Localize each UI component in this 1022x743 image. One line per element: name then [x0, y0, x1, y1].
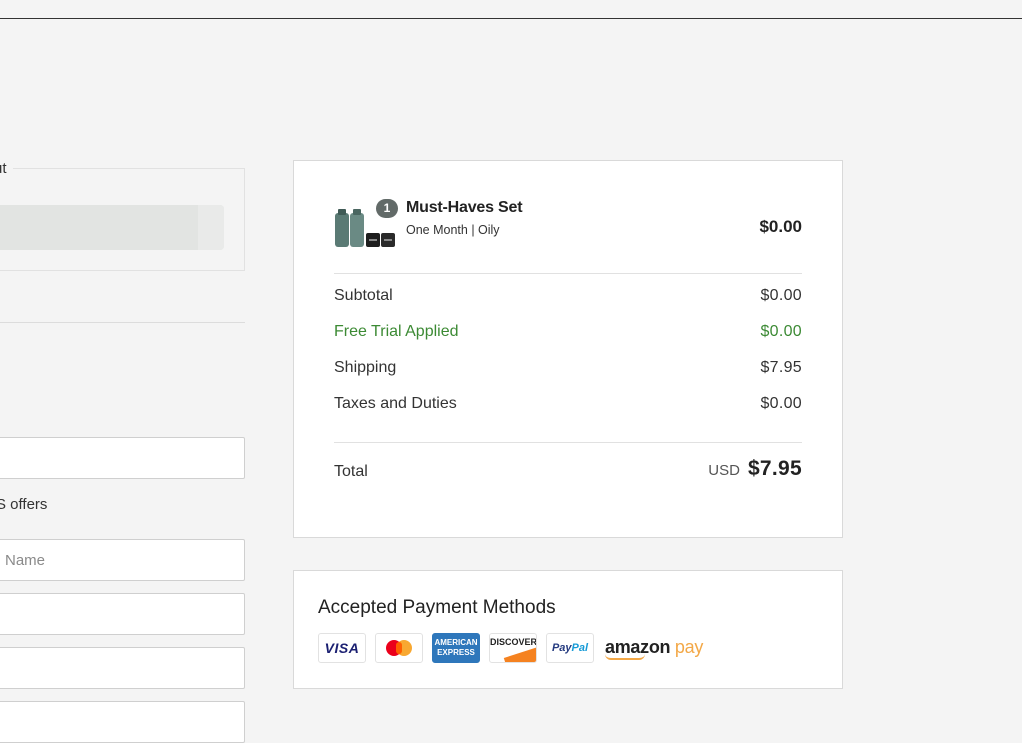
shipping-row: Shipping $7.95: [334, 359, 802, 381]
shipping-value: $7.95: [760, 359, 802, 376]
paypal-icon: PayPal: [546, 633, 594, 663]
total-currency: USD: [708, 462, 740, 479]
payment-methods-title: Accepted Payment Methods: [318, 597, 556, 618]
city-field[interactable]: [0, 701, 245, 743]
visa-icon: VISA: [318, 633, 366, 663]
quantity-badge: 1: [376, 199, 398, 218]
total-divider: [334, 442, 802, 443]
order-summary-card: 1 Must-Haves Set One Month | Oily $0.00 …: [293, 160, 843, 538]
subtotal-value: $0.00: [760, 287, 802, 304]
subtotal-label: Subtotal: [334, 287, 393, 304]
subtotal-row: Subtotal $0.00: [334, 287, 802, 309]
cart-line-item: 1 Must-Haves Set One Month | Oily $0.00: [334, 197, 802, 257]
free-trial-value: $0.00: [760, 323, 802, 340]
amazon-pay-text: pay: [674, 636, 704, 657]
total-label: Total: [334, 463, 368, 480]
express-checkout-legend: ut: [0, 160, 13, 177]
shipping-label: Shipping: [334, 359, 397, 376]
name-field[interactable]: [0, 539, 245, 581]
visa-text: VISA: [324, 640, 360, 656]
discover-text: DISCOVER: [490, 637, 537, 647]
free-trial-row: Free Trial Applied $0.00: [334, 323, 802, 345]
taxes-row: Taxes and Duties $0.00: [334, 395, 802, 417]
address-field[interactable]: [0, 593, 245, 635]
apartment-field[interactable]: [0, 647, 245, 689]
paypal-pal-text: Pal: [571, 642, 589, 654]
product-name: Must-Haves Set: [406, 199, 523, 216]
product-variant: One Month | Oily: [406, 223, 500, 237]
checkout-form-column: ut S offers: [0, 0, 246, 743]
payment-icons: VISA AMERICAN EXPRESS DISCOVER PayPal am…: [318, 633, 703, 663]
section-divider: [0, 322, 245, 323]
amex-text: AMERICAN EXPRESS: [434, 638, 478, 657]
discover-icon: DISCOVER: [489, 633, 537, 663]
amex-icon: AMERICAN EXPRESS: [432, 633, 480, 663]
amazon-pay-icon: amazon pay: [605, 637, 703, 660]
email-field[interactable]: [0, 437, 245, 479]
total-amount: $7.95: [747, 457, 802, 480]
summary-divider: [334, 273, 802, 274]
mastercard-icon: [375, 633, 423, 663]
offers-checkbox-label: S offers: [0, 496, 48, 513]
express-checkout-button[interactable]: [0, 205, 224, 250]
taxes-value: $0.00: [760, 395, 802, 412]
taxes-label: Taxes and Duties: [334, 395, 457, 412]
free-trial-label: Free Trial Applied: [334, 323, 459, 340]
paypal-pay-text: Pay: [551, 642, 572, 654]
product-price: $0.00: [759, 217, 802, 236]
total-row: Total USD $7.95: [334, 457, 802, 489]
payment-methods-card: Accepted Payment Methods VISA AMERICAN E…: [293, 570, 843, 689]
